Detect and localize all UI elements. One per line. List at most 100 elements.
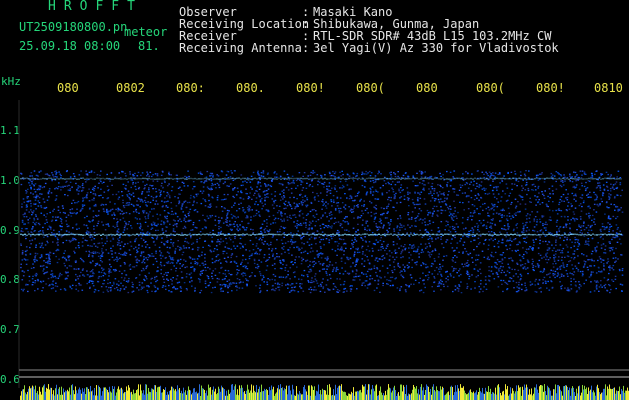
noise-speck bbox=[189, 208, 192, 210]
noise-speck bbox=[146, 171, 148, 173]
noise-speck bbox=[524, 282, 526, 284]
noise-speck bbox=[408, 286, 410, 288]
noise-speck bbox=[445, 271, 447, 273]
noise-speck bbox=[528, 229, 530, 231]
noise-speck bbox=[186, 266, 188, 268]
noise-speck bbox=[220, 230, 222, 233]
noise-speck bbox=[499, 182, 501, 184]
noise-speck bbox=[548, 188, 551, 190]
noise-speck bbox=[128, 277, 130, 280]
noise-speck bbox=[534, 195, 536, 197]
noise-speck bbox=[214, 274, 217, 276]
noise-speck bbox=[503, 209, 505, 212]
noise-speck bbox=[66, 180, 68, 183]
noise-speck bbox=[407, 224, 409, 226]
noise-speck bbox=[407, 212, 410, 214]
noise-speck bbox=[341, 267, 343, 269]
noise-speck bbox=[218, 225, 220, 228]
noise-speck bbox=[107, 278, 109, 281]
noise-speck bbox=[603, 226, 605, 228]
noise-speck bbox=[128, 193, 131, 195]
noise-speck bbox=[207, 285, 210, 287]
noise-speck bbox=[340, 260, 343, 262]
noise-speck bbox=[31, 278, 34, 280]
noise-speck bbox=[23, 201, 26, 203]
noise-speck bbox=[231, 206, 233, 208]
noise-speck bbox=[419, 229, 421, 231]
noise-speck bbox=[342, 273, 345, 275]
noise-speck bbox=[388, 250, 391, 252]
noise-speck bbox=[189, 232, 191, 235]
noise-speck bbox=[401, 189, 403, 192]
noise-speck bbox=[597, 259, 599, 262]
noise-speck bbox=[302, 187, 305, 189]
noise-speck bbox=[538, 192, 540, 194]
noise-speck bbox=[422, 279, 424, 282]
noise-speck bbox=[437, 198, 440, 201]
noise-speck bbox=[487, 212, 489, 214]
noise-speck bbox=[38, 188, 41, 191]
noise-speck bbox=[57, 249, 60, 251]
noise-speck bbox=[457, 211, 459, 214]
noise-speck bbox=[64, 257, 66, 259]
noise-speck bbox=[254, 203, 256, 205]
noise-speck bbox=[27, 284, 29, 286]
noise-speck bbox=[155, 290, 157, 292]
noise-speck bbox=[385, 207, 388, 209]
noise-speck bbox=[143, 262, 146, 264]
noise-speck bbox=[434, 248, 436, 250]
noise-speck bbox=[380, 222, 383, 224]
noise-speck bbox=[411, 198, 414, 201]
noise-speck bbox=[502, 228, 504, 230]
noise-speck bbox=[447, 279, 449, 281]
noise-speck bbox=[534, 280, 536, 282]
noise-speck bbox=[423, 180, 425, 182]
noise-speck bbox=[583, 200, 585, 202]
noise-speck bbox=[284, 200, 287, 202]
noise-speck bbox=[111, 208, 114, 210]
noise-speck bbox=[306, 231, 309, 233]
noise-speck bbox=[429, 235, 431, 237]
noise-speck bbox=[350, 248, 352, 250]
noise-speck bbox=[394, 249, 397, 251]
noise-speck bbox=[64, 212, 66, 214]
noise-speck bbox=[262, 236, 264, 238]
noise-speck bbox=[251, 209, 253, 211]
noise-speck bbox=[485, 208, 488, 210]
noise-speck bbox=[400, 251, 403, 253]
noise-speck bbox=[91, 199, 93, 201]
noise-speck bbox=[31, 227, 34, 229]
noise-speck bbox=[27, 231, 29, 233]
noise-speck bbox=[334, 176, 336, 178]
noise-speck bbox=[216, 277, 219, 280]
noise-speck bbox=[392, 244, 395, 246]
noise-speck bbox=[211, 277, 214, 280]
noise-speck bbox=[387, 222, 390, 224]
noise-speck bbox=[520, 174, 522, 177]
noise-speck bbox=[362, 173, 364, 175]
noise-speck bbox=[259, 290, 262, 292]
noise-speck bbox=[142, 260, 144, 262]
noise-speck bbox=[575, 200, 577, 202]
noise-speck bbox=[450, 213, 452, 215]
noise-speck bbox=[362, 251, 364, 253]
noise-speck bbox=[512, 275, 515, 277]
noise-speck bbox=[199, 292, 201, 294]
noise-speck bbox=[100, 286, 103, 288]
noise-speck bbox=[119, 257, 121, 259]
noise-speck bbox=[168, 212, 170, 214]
noise-speck bbox=[546, 262, 548, 264]
noise-speck bbox=[153, 208, 155, 210]
noise-speck bbox=[211, 272, 213, 274]
noise-speck bbox=[385, 182, 387, 185]
noise-speck bbox=[494, 265, 496, 267]
noise-speck bbox=[300, 201, 303, 203]
noise-speck bbox=[76, 188, 78, 191]
noise-speck bbox=[305, 224, 307, 226]
noise-speck bbox=[614, 236, 616, 239]
noise-speck bbox=[244, 272, 246, 274]
noise-speck bbox=[368, 170, 371, 173]
noise-speck bbox=[565, 225, 567, 227]
noise-speck bbox=[323, 268, 326, 270]
noise-speck bbox=[252, 243, 254, 245]
